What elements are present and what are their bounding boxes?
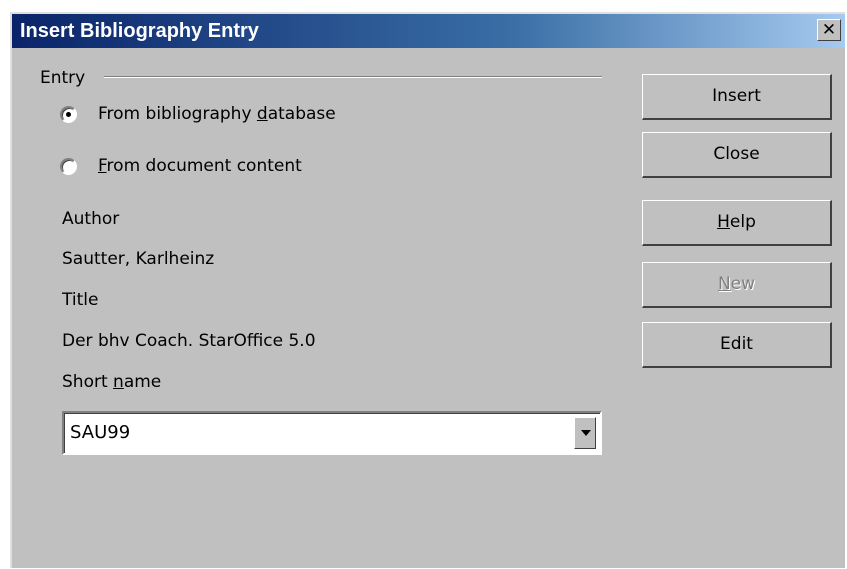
radio-button-unselected[interactable] (60, 158, 77, 175)
insert-bibliography-entry-dialog: Insert Bibliography Entry ✕ Entry From b… (10, 12, 845, 568)
title-label: Title (62, 290, 99, 310)
title-value: Der bhv Coach. StarOffice 5.0 (62, 331, 316, 351)
radio-label-database: From bibliography database (98, 104, 336, 124)
entry-group-label: Entry (40, 68, 86, 88)
new-button[interactable]: New (642, 262, 832, 308)
radio-dot-icon (66, 112, 71, 117)
radio-label-document: From document content (98, 156, 302, 176)
short-name-combobox[interactable]: SAU99 (62, 411, 602, 455)
dialog-title: Insert Bibliography Entry (20, 20, 259, 42)
close-icon: ✕ (821, 20, 837, 40)
entry-group-divider (104, 76, 602, 78)
radio-button-selected[interactable] (60, 106, 77, 123)
author-label: Author (62, 209, 120, 229)
dropdown-arrow-icon[interactable] (574, 417, 596, 449)
help-button[interactable]: Help (642, 200, 832, 246)
close-window-button[interactable]: ✕ (817, 19, 841, 41)
short-name-value: SAU99 (70, 422, 131, 443)
short-name-label: Short name (62, 372, 162, 392)
close-button[interactable]: Close (642, 132, 832, 178)
insert-button[interactable]: Insert (642, 74, 832, 120)
edit-button[interactable]: Edit (642, 322, 832, 368)
title-bar: Insert Bibliography Entry ✕ (12, 14, 845, 48)
author-value: Sautter, Karlheinz (62, 249, 215, 269)
